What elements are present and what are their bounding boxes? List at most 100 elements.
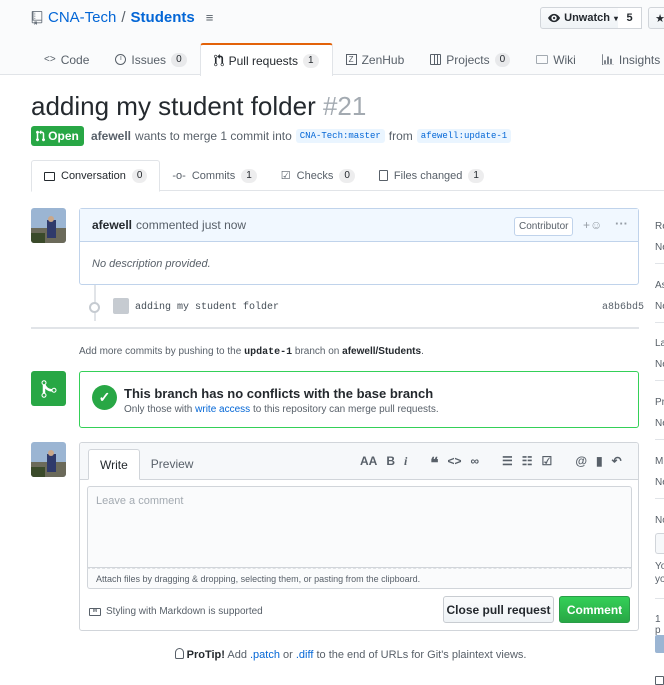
tab-wiki-label: Wiki [553, 52, 576, 67]
quote-icon[interactable]: ❝ [430, 454, 438, 472]
comment-button[interactable]: Comment [559, 596, 630, 623]
repo-nav: <> Code i Issues 0 Pull requests 1 Z Zen… [31, 43, 664, 76]
code-icon[interactable]: <> [447, 454, 461, 472]
avatar[interactable] [31, 442, 66, 477]
tab-commits[interactable]: -o- Commits 1 [160, 160, 268, 191]
tab-insights-label: Insights [618, 52, 661, 67]
task-list-icon[interactable]: ☑ [542, 454, 553, 472]
pr-state-badge: Open [31, 126, 84, 146]
close-pull-request-button[interactable]: Close pull request [443, 596, 554, 623]
sidebar-projects-heading[interactable]: Pr [655, 397, 664, 408]
breadcrumb: CNA-Tech / Students ≡ [31, 9, 213, 26]
sidebar-lock-icon[interactable] [655, 676, 664, 685]
tab-files-changed[interactable]: Files changed 1 [367, 160, 496, 191]
pr-meta-text: wants to merge 1 commit into [135, 129, 292, 143]
comment-textarea[interactable]: Leave a comment [87, 486, 632, 568]
markdown-note[interactable]: M Styling with Markdown is supported [89, 606, 263, 617]
add-reaction-icon[interactable]: +☺ [583, 218, 602, 232]
merge-desc-prefix: Only those with [124, 404, 193, 415]
tab-projects[interactable]: Projects 0 [417, 43, 523, 76]
file-diff-icon [378, 170, 388, 181]
tab-pull-requests[interactable]: Pull requests 1 [199, 43, 333, 76]
tab-code-label: Code [60, 52, 90, 67]
repo-header: CNA-Tech / Students ≡ Unwatch ▾ 5 ★ <> C… [0, 0, 664, 76]
ordered-list-icon[interactable]: ☷ [522, 454, 533, 472]
pr-author-link[interactable]: afewell [91, 129, 131, 143]
protip: ProTip! Add .patch or .diff to the end o… [0, 648, 664, 661]
head-ref[interactable]: afewell:update-1 [416, 129, 512, 143]
tab-write[interactable]: Write [88, 449, 140, 480]
protip-label: ProTip! [186, 649, 225, 661]
diff-link[interactable]: .diff [296, 649, 314, 661]
commit-message[interactable]: adding my student folder [135, 302, 279, 313]
contributor-badge: Contributor [514, 217, 574, 236]
code-icon: <> [44, 54, 56, 65]
light-bulb-icon [174, 648, 184, 659]
pr-title: adding my student folder #21 [31, 91, 366, 122]
protip-text1: Add [227, 649, 247, 661]
push-hint-repo: afewell/Students [342, 346, 422, 357]
text-size-icon[interactable]: AA [360, 454, 377, 472]
tab-conversation[interactable]: Conversation 0 [31, 160, 161, 192]
sidebar-unsubscribe-button[interactable] [655, 533, 664, 554]
star-button[interactable]: ★ [648, 7, 664, 29]
commit-author-avatar[interactable] [113, 298, 129, 314]
project-icon [430, 54, 442, 65]
italic-icon[interactable]: i [404, 454, 407, 472]
tab-wiki[interactable]: Wiki [523, 43, 589, 76]
bold-icon[interactable]: B [386, 454, 395, 472]
sidebar-notification-text-1: Yo [655, 561, 664, 572]
sidebar-reviewers-heading[interactable]: Re [655, 221, 664, 232]
link-icon[interactable]: ∞ [470, 454, 479, 472]
sidebar-participants-heading: 1 p [655, 614, 661, 636]
unwatch-label: Unwatch [564, 12, 610, 24]
tab-preview[interactable]: Preview [140, 448, 205, 479]
watch-count[interactable]: 5 [618, 7, 642, 29]
merge-status-desc: Only those with write access to this rep… [124, 404, 439, 415]
pr-tabnav: Conversation 0 -o- Commits 1 ☑ Checks 0 … [31, 160, 664, 192]
tab-zenhub[interactable]: Z ZenHub [333, 43, 418, 76]
unordered-list-icon[interactable]: ☰ [502, 454, 513, 472]
comment-author[interactable]: afewell [92, 218, 132, 232]
tab-checks[interactable]: ☑ Checks 0 [269, 160, 367, 191]
markdown-icon: M [89, 607, 101, 616]
push-hint: Add more commits by pushing to the updat… [79, 346, 424, 358]
patch-link[interactable]: .patch [250, 649, 280, 661]
repo-name-link[interactable]: Students [131, 9, 195, 26]
comment-action: commented just now [136, 218, 247, 232]
tab-code[interactable]: <> Code [31, 43, 102, 76]
base-ref[interactable]: CNA-Tech:master [295, 129, 385, 143]
sidebar-notifications-heading: No [655, 515, 664, 526]
repo-owner-link[interactable]: CNA-Tech [48, 9, 116, 26]
tab-insights[interactable]: Insights [589, 43, 664, 76]
tab-commits-count: 1 [241, 168, 257, 183]
tab-checks-label: Checks [296, 169, 334, 182]
issue-icon: i [115, 54, 127, 65]
push-hint-suffix: . [421, 346, 424, 357]
tab-conversation-label: Conversation [61, 170, 126, 182]
sidebar-labels-heading[interactable]: La [655, 338, 664, 349]
push-hint-branch: update-1 [244, 347, 293, 358]
sidebar-divider [655, 598, 664, 599]
mention-icon[interactable]: @ [575, 454, 587, 472]
pull-request-icon [36, 130, 46, 142]
file-drop-hint[interactable]: Attach files by dragging & dropping, sel… [87, 568, 632, 589]
check-icon: ✓ [92, 385, 117, 410]
merge-desc-suffix: to this repository can merge pull reques… [252, 404, 439, 415]
tab-issues[interactable]: i Issues 0 [102, 43, 199, 76]
menu-icon[interactable]: ≡ [206, 10, 214, 25]
avatar[interactable] [31, 208, 66, 243]
unwatch-button[interactable]: Unwatch ▾ [540, 7, 619, 29]
pull-request-icon [213, 54, 224, 67]
sidebar-assignees-heading[interactable]: As [655, 280, 664, 291]
sidebar-milestone-heading[interactable]: Mi [655, 456, 664, 467]
timeline-divider [31, 327, 639, 329]
push-hint-middle: branch on [294, 346, 340, 357]
tab-issues-label: Issues [131, 52, 167, 67]
reply-icon[interactable]: ↶ [612, 454, 622, 472]
more-options-icon[interactable]: ··· [615, 216, 628, 231]
write-access-link[interactable]: write access [195, 404, 250, 415]
tab-checks-count: 0 [339, 168, 355, 183]
commit-sha[interactable]: a8b6bd5 [602, 302, 644, 313]
bookmark-icon[interactable]: ▮ [596, 454, 603, 472]
